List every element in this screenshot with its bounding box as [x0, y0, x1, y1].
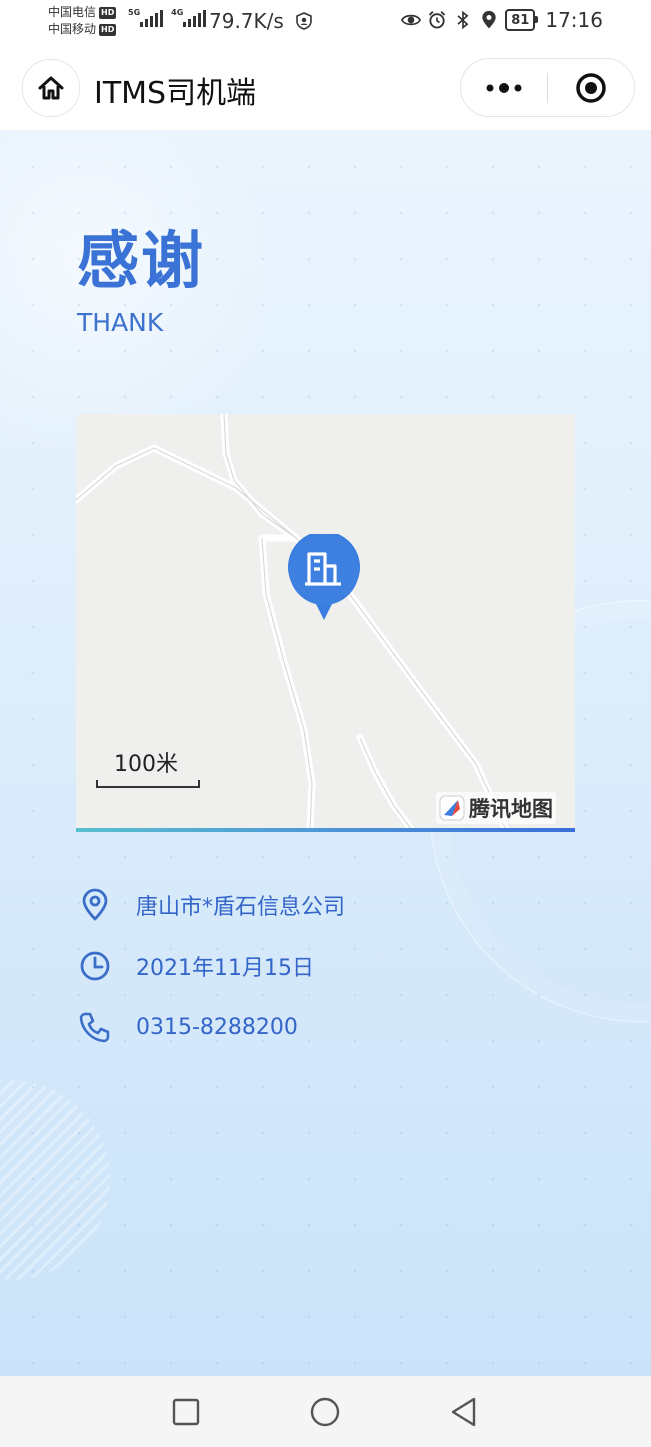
system-nav-bar: [0, 1376, 651, 1447]
carrier-info: 中国电信 HD 中国移动 HD: [48, 4, 117, 38]
map-underline: [76, 828, 575, 832]
location-map[interactable]: 100米 腾讯地图: [76, 414, 575, 830]
page-title: ITMS司机端: [94, 76, 257, 111]
back-icon[interactable]: [448, 1396, 480, 1428]
map-scale-label: 100米: [114, 752, 178, 777]
network-speed: 79.7K/s: [209, 9, 284, 33]
location-icon: [482, 10, 496, 29]
carrier-1: 中国电信: [48, 5, 97, 19]
hd-badge: HD: [99, 23, 117, 36]
date-row: 2021年11月15日: [78, 949, 314, 983]
phone-row[interactable]: 0315-8288200: [78, 1010, 298, 1044]
more-dots-icon: [486, 82, 522, 93]
carrier-2: 中国移动: [48, 22, 97, 36]
location-pin-icon: [82, 888, 108, 921]
phone-text[interactable]: 0315-8288200: [136, 1015, 298, 1040]
clock: 17:16: [545, 8, 603, 32]
bluetooth-icon: [457, 10, 469, 30]
map-brand: 腾讯地图: [436, 792, 556, 824]
hd-badge: HD: [99, 6, 117, 19]
building-marker-icon[interactable]: [287, 534, 361, 622]
thanks-subtitle: THANK: [77, 308, 164, 337]
main-content: 感谢 THANK 100米 腾讯地图 唐山市*盾石信息公司 2021年11月15…: [0, 130, 651, 1376]
close-miniprogram-button[interactable]: [548, 59, 634, 116]
date-text: 2021年11月15日: [136, 956, 314, 981]
phone-icon: [79, 1012, 110, 1043]
signal-5g-icon: 5G: [128, 8, 164, 27]
map-brand-label: 腾讯地图: [469, 797, 553, 821]
recent-apps-icon[interactable]: [170, 1396, 202, 1428]
home-icon: [38, 76, 64, 100]
tencent-map-logo-icon: [439, 795, 465, 821]
nav-bar: ITMS司机端: [0, 44, 651, 130]
address-text: 唐山市*盾石信息公司: [136, 895, 346, 920]
status-right: 81 17:16: [401, 8, 603, 32]
capsule-menu: [460, 58, 635, 117]
net-5g-label: 5G: [128, 8, 141, 17]
net-4g-label: 4G: [171, 8, 184, 17]
alarm-icon: [429, 11, 446, 29]
thanks-title: 感谢: [77, 224, 206, 297]
status-bar: 中国电信 HD 中国移动 HD 5G 4G 79.7K/s 81 17:16: [0, 0, 651, 44]
more-button[interactable]: [461, 59, 547, 116]
signal-icons: 5G 4G: [128, 8, 207, 27]
clock-icon: [80, 951, 110, 981]
map-scale-bar: [96, 780, 200, 788]
target-close-icon: [576, 72, 606, 103]
address-row: 唐山市*盾石信息公司: [78, 888, 345, 922]
home-button[interactable]: [22, 59, 80, 117]
shield-icon: [296, 12, 312, 30]
eye-icon: [401, 14, 422, 26]
battery-icon: 81: [505, 9, 539, 31]
home-circle-icon[interactable]: [309, 1396, 341, 1428]
signal-4g-icon: 4G: [171, 8, 207, 27]
